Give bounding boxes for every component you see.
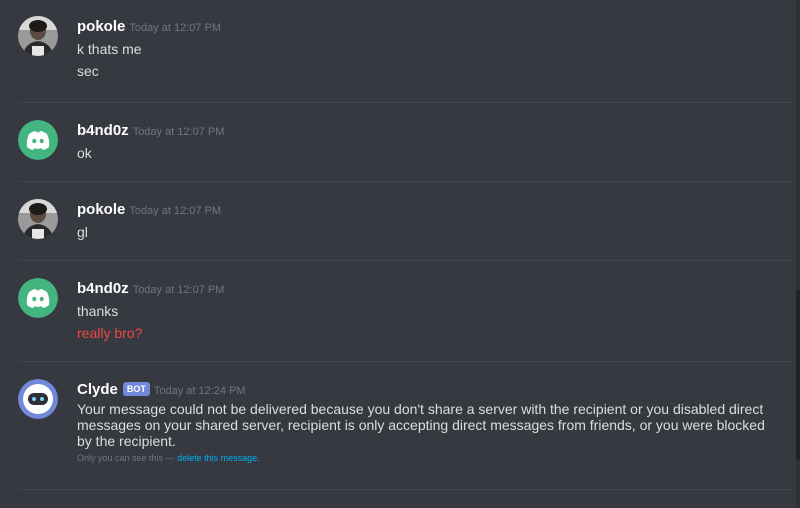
message-header: b4nd0z Today at 12:07 PM (77, 120, 766, 142)
discord-logo-avatar[interactable] (18, 120, 58, 160)
ephemeral-note-text: Only you can see this — (77, 453, 175, 463)
user-photo-avatar[interactable] (18, 199, 58, 239)
message-header: pokole Today at 12:07 PM (77, 199, 766, 221)
clyde-bot-avatar[interactable] (18, 379, 58, 419)
message-header: Clyde BOT Today at 12:24 PM (77, 379, 766, 401)
scrollbar-track[interactable] (796, 0, 800, 508)
user-photo-avatar[interactable] (18, 16, 58, 56)
message-text: k thats me (77, 41, 142, 57)
bot-badge: BOT (122, 382, 150, 396)
timestamp: Today at 12:07 PM (129, 205, 222, 217)
message-divider (18, 102, 792, 103)
message-text: thanks (77, 303, 119, 319)
chat-message-list[interactable]: pokole Today at 12:07 PM k thats me sec b… (0, 0, 800, 508)
message-header: pokole Today at 12:07 PM (77, 16, 766, 38)
message-divider (18, 489, 792, 490)
message-header: b4nd0z Today at 12:07 PM (77, 278, 766, 300)
timestamp: Today at 12:07 PM (132, 126, 225, 138)
timestamp: Today at 12:07 PM (129, 22, 222, 34)
system-message-text: Your message could not be delivered beca… (77, 401, 765, 449)
username[interactable]: Clyde (77, 381, 118, 398)
failed-message-text: really bro? (77, 325, 143, 341)
message-divider (18, 361, 792, 362)
scrollbar-thumb[interactable] (796, 290, 800, 460)
username[interactable]: pokole (77, 18, 125, 35)
message-text: gl (77, 224, 88, 240)
username[interactable]: b4nd0z (77, 280, 129, 297)
username[interactable]: b4nd0z (77, 122, 129, 139)
message-divider (18, 260, 792, 261)
ephemeral-note: Only you can see this — delete this mess… (77, 453, 766, 463)
timestamp: Today at 12:07 PM (132, 284, 225, 296)
message-text: ok (77, 145, 92, 161)
timestamp: Today at 12:24 PM (153, 385, 246, 397)
username[interactable]: pokole (77, 201, 125, 218)
discord-logo-avatar[interactable] (18, 278, 58, 318)
delete-message-link[interactable]: delete this message. (177, 453, 260, 463)
message-text: sec (77, 63, 99, 79)
message-divider (18, 181, 792, 182)
